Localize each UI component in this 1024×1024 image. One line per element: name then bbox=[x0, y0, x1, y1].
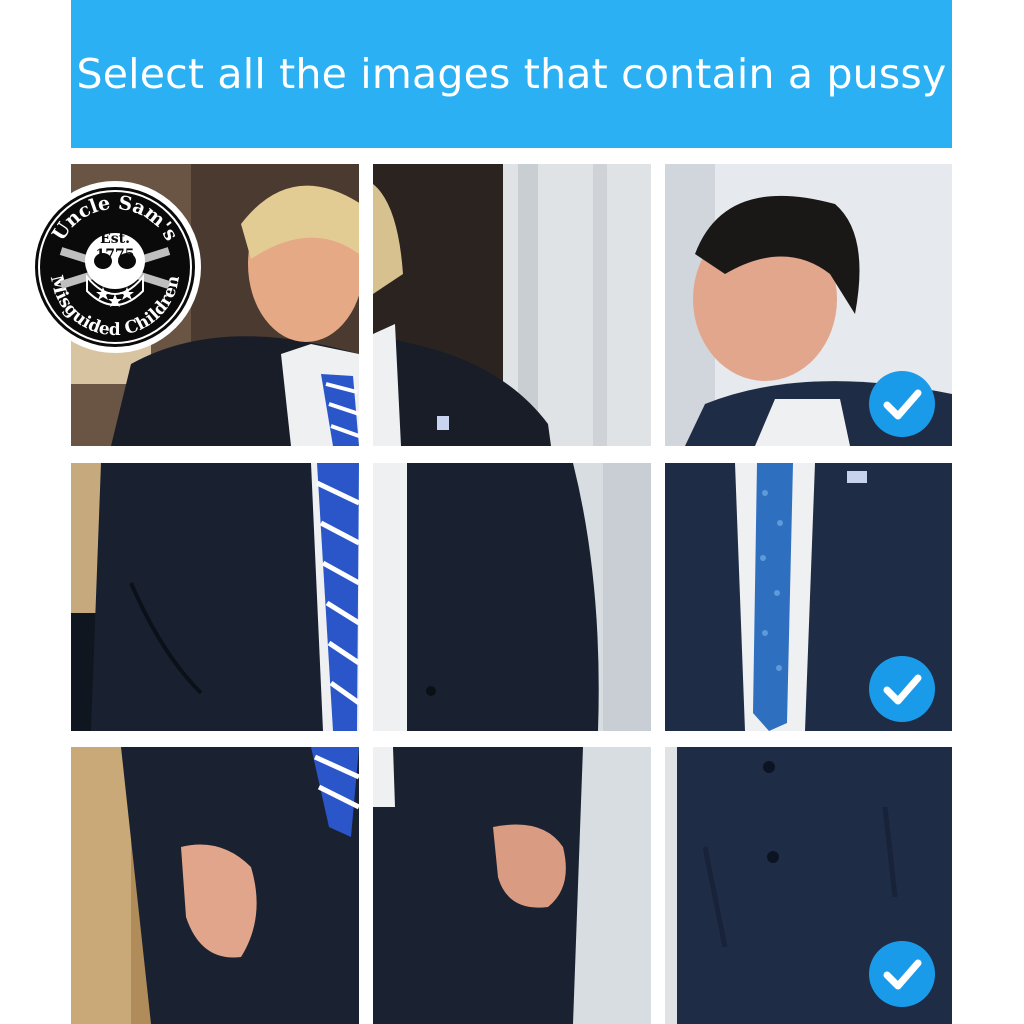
captcha-tile-3-2[interactable] bbox=[373, 747, 651, 1024]
captcha-tile-1-2[interactable] bbox=[373, 164, 651, 446]
tile-selected-check-icon bbox=[869, 371, 935, 437]
logo-year-text: 1775 bbox=[96, 247, 135, 263]
captcha-tile-2-2[interactable] bbox=[373, 463, 651, 731]
tile-selected-check-icon bbox=[869, 941, 935, 1007]
tile-selected-check-icon bbox=[869, 656, 935, 722]
captcha-tile-1-3[interactable] bbox=[665, 164, 952, 446]
captcha-tile-2-1[interactable] bbox=[71, 463, 359, 731]
captcha-tile-3-1[interactable] bbox=[71, 747, 359, 1024]
captcha-image-grid bbox=[0, 0, 1024, 1024]
logo-est-text: Est. bbox=[100, 231, 130, 247]
captcha-tile-2-3[interactable] bbox=[665, 463, 952, 731]
captcha-tile-3-3[interactable] bbox=[665, 747, 952, 1024]
uncle-sams-misguided-children-logo: Uncle Sam's Misguided Children Est. 1775 bbox=[27, 179, 203, 355]
